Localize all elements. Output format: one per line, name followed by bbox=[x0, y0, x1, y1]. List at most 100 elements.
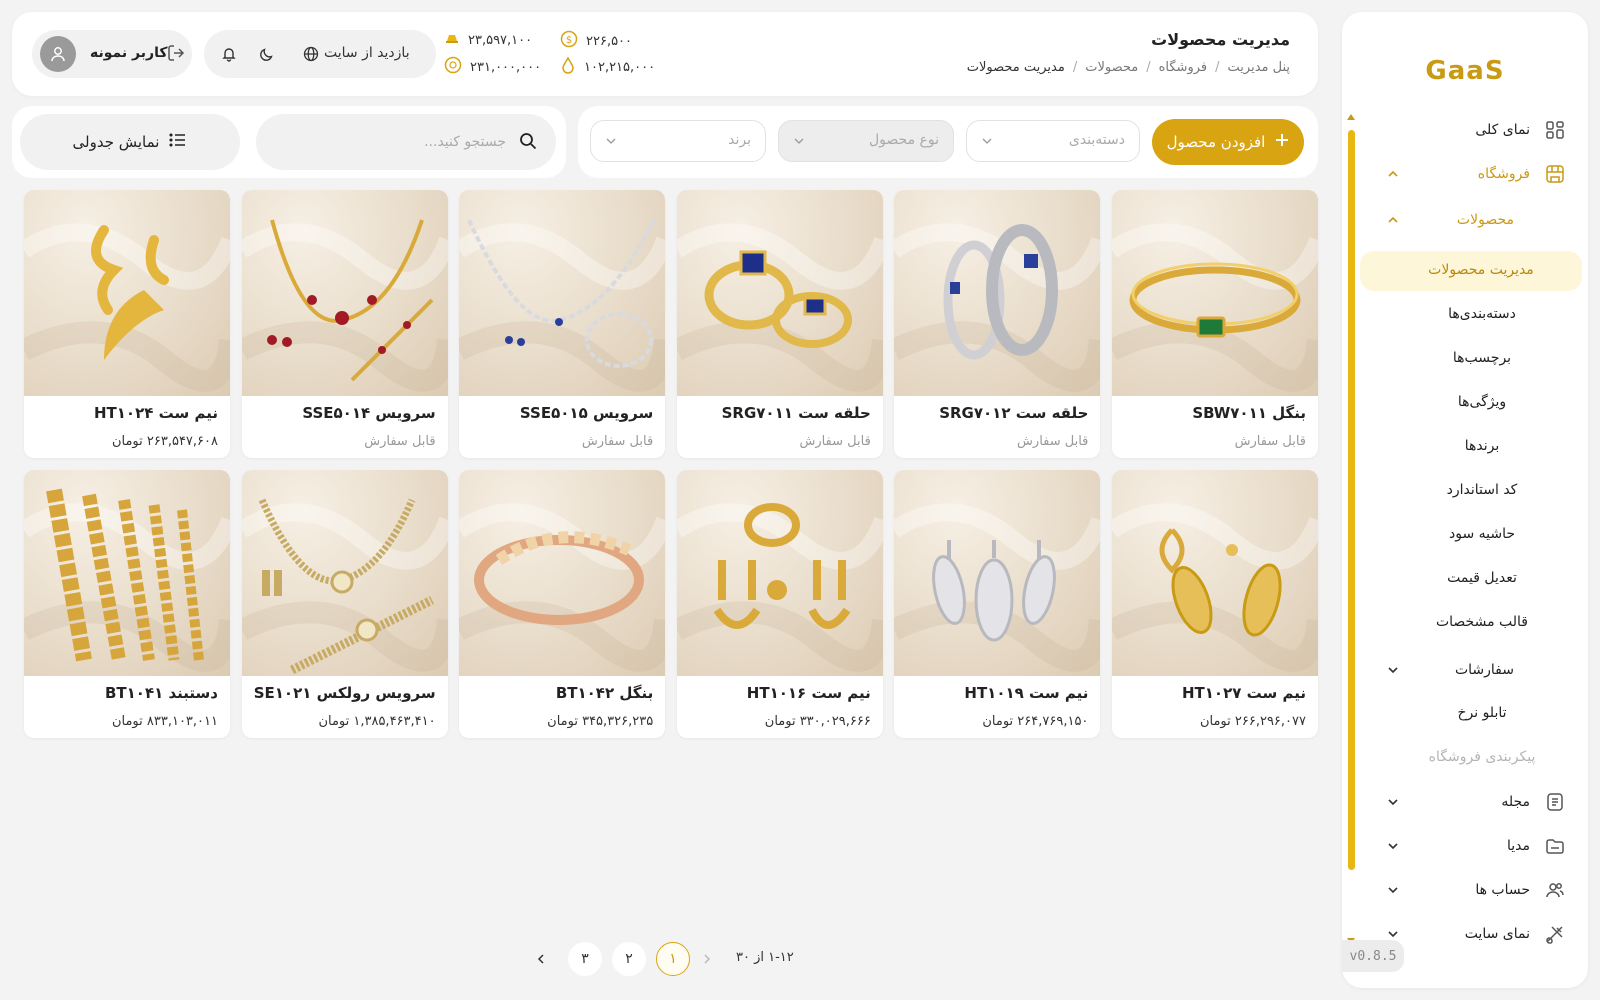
product-card[interactable]: حلقه ست SRG۷۰۱۲ قابل سفارش bbox=[894, 190, 1101, 458]
sidebar-item-accounts[interactable]: حساب ها bbox=[1356, 870, 1588, 910]
product-type-select[interactable]: نوع محصول bbox=[778, 120, 954, 162]
breadcrumb-item[interactable]: محصولات bbox=[1085, 60, 1138, 75]
product-image[interactable] bbox=[894, 470, 1101, 676]
chevron-down-icon[interactable] bbox=[1386, 663, 1400, 677]
search-box[interactable] bbox=[256, 114, 556, 170]
product-image[interactable] bbox=[459, 190, 666, 396]
product-card[interactable]: حلقه ست SRG۷۰۱۱ قابل سفارش bbox=[676, 190, 883, 458]
price-drop: ۱۰۲,۲۱۵,۰۰۰ bbox=[560, 56, 655, 78]
sidebar-subitem-standard-code[interactable]: کد استاندارد bbox=[1356, 471, 1588, 511]
app-logo[interactable]: GaaS bbox=[1342, 56, 1588, 86]
page-button-2[interactable]: ۲ bbox=[612, 942, 646, 976]
sidebar-subitem-attributes[interactable]: ویژگی‌ها bbox=[1356, 383, 1588, 423]
product-name[interactable]: حلقه ست SRG۷۰۱۲ bbox=[939, 404, 1088, 422]
sidebar-item-media[interactable]: مدیا bbox=[1356, 826, 1588, 866]
product-card[interactable]: نیم ست HT۱۰۲۴ ۲۶۳,۵۴۷,۶۰۸ تومان bbox=[24, 190, 230, 458]
product-card[interactable]: سرویس رولکس SE۱۰۲۱ ۱,۳۸۵,۴۶۳,۴۱۰ تومان bbox=[241, 470, 448, 738]
visit-site-link[interactable]: بازدید از سایت bbox=[324, 45, 410, 61]
table-view-button[interactable]: نمایش جدولی bbox=[20, 114, 240, 170]
dashboard-grid-icon bbox=[1544, 119, 1566, 141]
product-card[interactable]: دستبند BT۱۰۴۱ ۸۳۳,۱۰۳,۰۱۱ تومان bbox=[24, 470, 230, 738]
sidebar-subitem-store-config[interactable]: پیکربندی فروشگاه bbox=[1356, 738, 1588, 778]
sidebar-item-magazine[interactable]: مجله bbox=[1356, 782, 1588, 822]
product-image[interactable] bbox=[24, 470, 230, 676]
search-input[interactable] bbox=[286, 114, 506, 170]
breadcrumb: پنل مدیریت / فروشگاه / محصولات / مدیریت … bbox=[967, 60, 1290, 75]
sidebar-subitem-brands[interactable]: برندها bbox=[1356, 427, 1588, 467]
product-card[interactable]: نیم ست HT۱۰۲۷ ۲۶۶,۲۹۶,۰۷۷ تومان bbox=[1112, 470, 1318, 738]
product-image[interactable] bbox=[894, 190, 1101, 396]
bell-icon[interactable] bbox=[218, 43, 240, 65]
user-name: کاربر نمونه bbox=[90, 45, 168, 61]
globe-icon[interactable] bbox=[300, 43, 322, 65]
product-image[interactable] bbox=[1112, 190, 1318, 396]
sidebar-subitem-price-adjustment[interactable]: تعدیل قیمت bbox=[1356, 559, 1588, 599]
chevron-up-icon[interactable] bbox=[1386, 213, 1400, 227]
product-name[interactable]: نیم ست HT۱۰۲۷ bbox=[1182, 684, 1306, 702]
page-button-3[interactable]: ۳ bbox=[568, 942, 602, 976]
sidebar-subitem-categories[interactable]: دسته‌بندی‌ها bbox=[1356, 295, 1588, 335]
add-product-button[interactable]: افزودن محصول bbox=[1152, 119, 1304, 165]
product-card[interactable]: سرویس SSE۵۰۱۴ قابل سفارش bbox=[241, 190, 448, 458]
product-card[interactable]: نیم ست HT۱۰۱۹ ۲۶۴,۷۶۹,۱۵۰ تومان bbox=[894, 470, 1101, 738]
product-image[interactable] bbox=[676, 190, 883, 396]
chevron-up-icon[interactable] bbox=[1386, 167, 1400, 181]
sidebar-subitem-rate-board[interactable]: تابلو نرخ bbox=[1356, 694, 1588, 734]
chevron-down-icon[interactable] bbox=[1386, 927, 1400, 941]
sidebar-item-orders[interactable]: سفارشات bbox=[1356, 650, 1588, 690]
sidebar-item-label: نمای کلی bbox=[1475, 122, 1530, 138]
prev-page-icon[interactable] bbox=[698, 950, 716, 968]
sidebar-item-overview[interactable]: نمای کلی bbox=[1356, 110, 1588, 150]
sidebar-subitem-manage-products[interactable]: مدیریت محصولات bbox=[1360, 251, 1582, 291]
sidebar-subitem-tags[interactable]: برچسب‌ها bbox=[1356, 339, 1588, 379]
product-availability: قابل سفارش bbox=[581, 434, 654, 449]
product-card[interactable]: نیم ست HT۱۰۱۶ ۳۳۰,۰۲۹,۶۶۶ تومان bbox=[676, 470, 883, 738]
product-image[interactable] bbox=[676, 470, 883, 676]
user-menu[interactable]: کاربر نمونه bbox=[32, 30, 192, 78]
product-name[interactable]: دستبند BT۱۰۴۱ bbox=[105, 684, 218, 702]
chevron-down-icon[interactable] bbox=[1386, 795, 1400, 809]
filter-bar: افزودن محصول دسته‌بندی نوع محصول برند bbox=[578, 106, 1318, 178]
sidebar-item-store[interactable]: فروشگاه bbox=[1356, 154, 1588, 194]
product-name[interactable]: سرویس رولکس SE۱۰۲۱ bbox=[254, 684, 436, 702]
page-title: مدیریت محصولات bbox=[1151, 30, 1290, 49]
product-name[interactable]: نیم ست HT۱۰۱۶ bbox=[747, 684, 871, 702]
sidebar-item-products[interactable]: محصولات bbox=[1356, 200, 1588, 240]
moon-icon[interactable] bbox=[256, 43, 278, 65]
brand-select[interactable]: برند bbox=[590, 120, 766, 162]
product-image[interactable] bbox=[241, 190, 448, 396]
price-gold-bar: ۲۳,۵۹۷,۱۰۰ bbox=[444, 30, 532, 50]
product-image[interactable] bbox=[459, 470, 666, 676]
product-image[interactable] bbox=[1112, 470, 1318, 676]
product-price: ۸۳۳,۱۰۳,۰۱۱ تومان bbox=[111, 714, 218, 729]
product-price: ۲۶۶,۲۹۶,۰۷۷ تومان bbox=[1199, 714, 1306, 729]
product-card[interactable]: بنگل BT۱۰۴۲ ۳۴۵,۳۲۶,۲۳۵ تومان bbox=[459, 470, 666, 738]
product-card[interactable]: بنگل SBW۷۰۱۱ قابل سفارش bbox=[1112, 190, 1318, 458]
sidebar-subitem-spec-template[interactable]: قالب مشخصات bbox=[1356, 603, 1588, 643]
sidebar-subitem-label: حاشیه سود bbox=[1448, 526, 1516, 542]
scroll-up-arrow-icon[interactable] bbox=[1347, 114, 1355, 120]
product-card[interactable]: سرویس SSE۵۰۱۵ قابل سفارش bbox=[459, 190, 666, 458]
breadcrumb-item[interactable]: پنل مدیریت bbox=[1228, 60, 1290, 75]
logout-icon[interactable] bbox=[164, 42, 188, 66]
page-button-1[interactable]: ۱ bbox=[656, 942, 690, 976]
product-name[interactable]: سرویس SSE۵۰۱۴ bbox=[302, 404, 435, 422]
product-name[interactable]: نیم ست HT۱۰۱۹ bbox=[964, 684, 1088, 702]
product-name[interactable]: بنگل SBW۷۰۱۱ bbox=[1192, 404, 1306, 422]
breadcrumb-item[interactable]: فروشگاه bbox=[1159, 60, 1208, 75]
product-name[interactable]: نیم ست HT۱۰۲۴ bbox=[94, 404, 218, 422]
chevron-down-icon[interactable] bbox=[1386, 839, 1400, 853]
product-name[interactable]: حلقه ست SRG۷۰۱۱ bbox=[722, 404, 871, 422]
product-name[interactable]: بنگل BT۱۰۴۲ bbox=[556, 684, 653, 702]
product-image[interactable] bbox=[24, 190, 230, 396]
document-icon bbox=[1544, 791, 1566, 813]
product-image[interactable] bbox=[241, 470, 448, 676]
sidebar-subitem-profit-margin[interactable]: حاشیه سود bbox=[1356, 515, 1588, 555]
category-select[interactable]: دسته‌بندی bbox=[966, 120, 1140, 162]
chevron-down-icon[interactable] bbox=[1386, 883, 1400, 897]
sidebar-scrollbar[interactable] bbox=[1348, 130, 1355, 870]
product-name[interactable]: سرویس SSE۵۰۱۵ bbox=[520, 404, 653, 422]
next-page-icon[interactable] bbox=[532, 950, 550, 968]
product-availability: قابل سفارش bbox=[799, 434, 871, 449]
avatar[interactable] bbox=[40, 36, 76, 72]
